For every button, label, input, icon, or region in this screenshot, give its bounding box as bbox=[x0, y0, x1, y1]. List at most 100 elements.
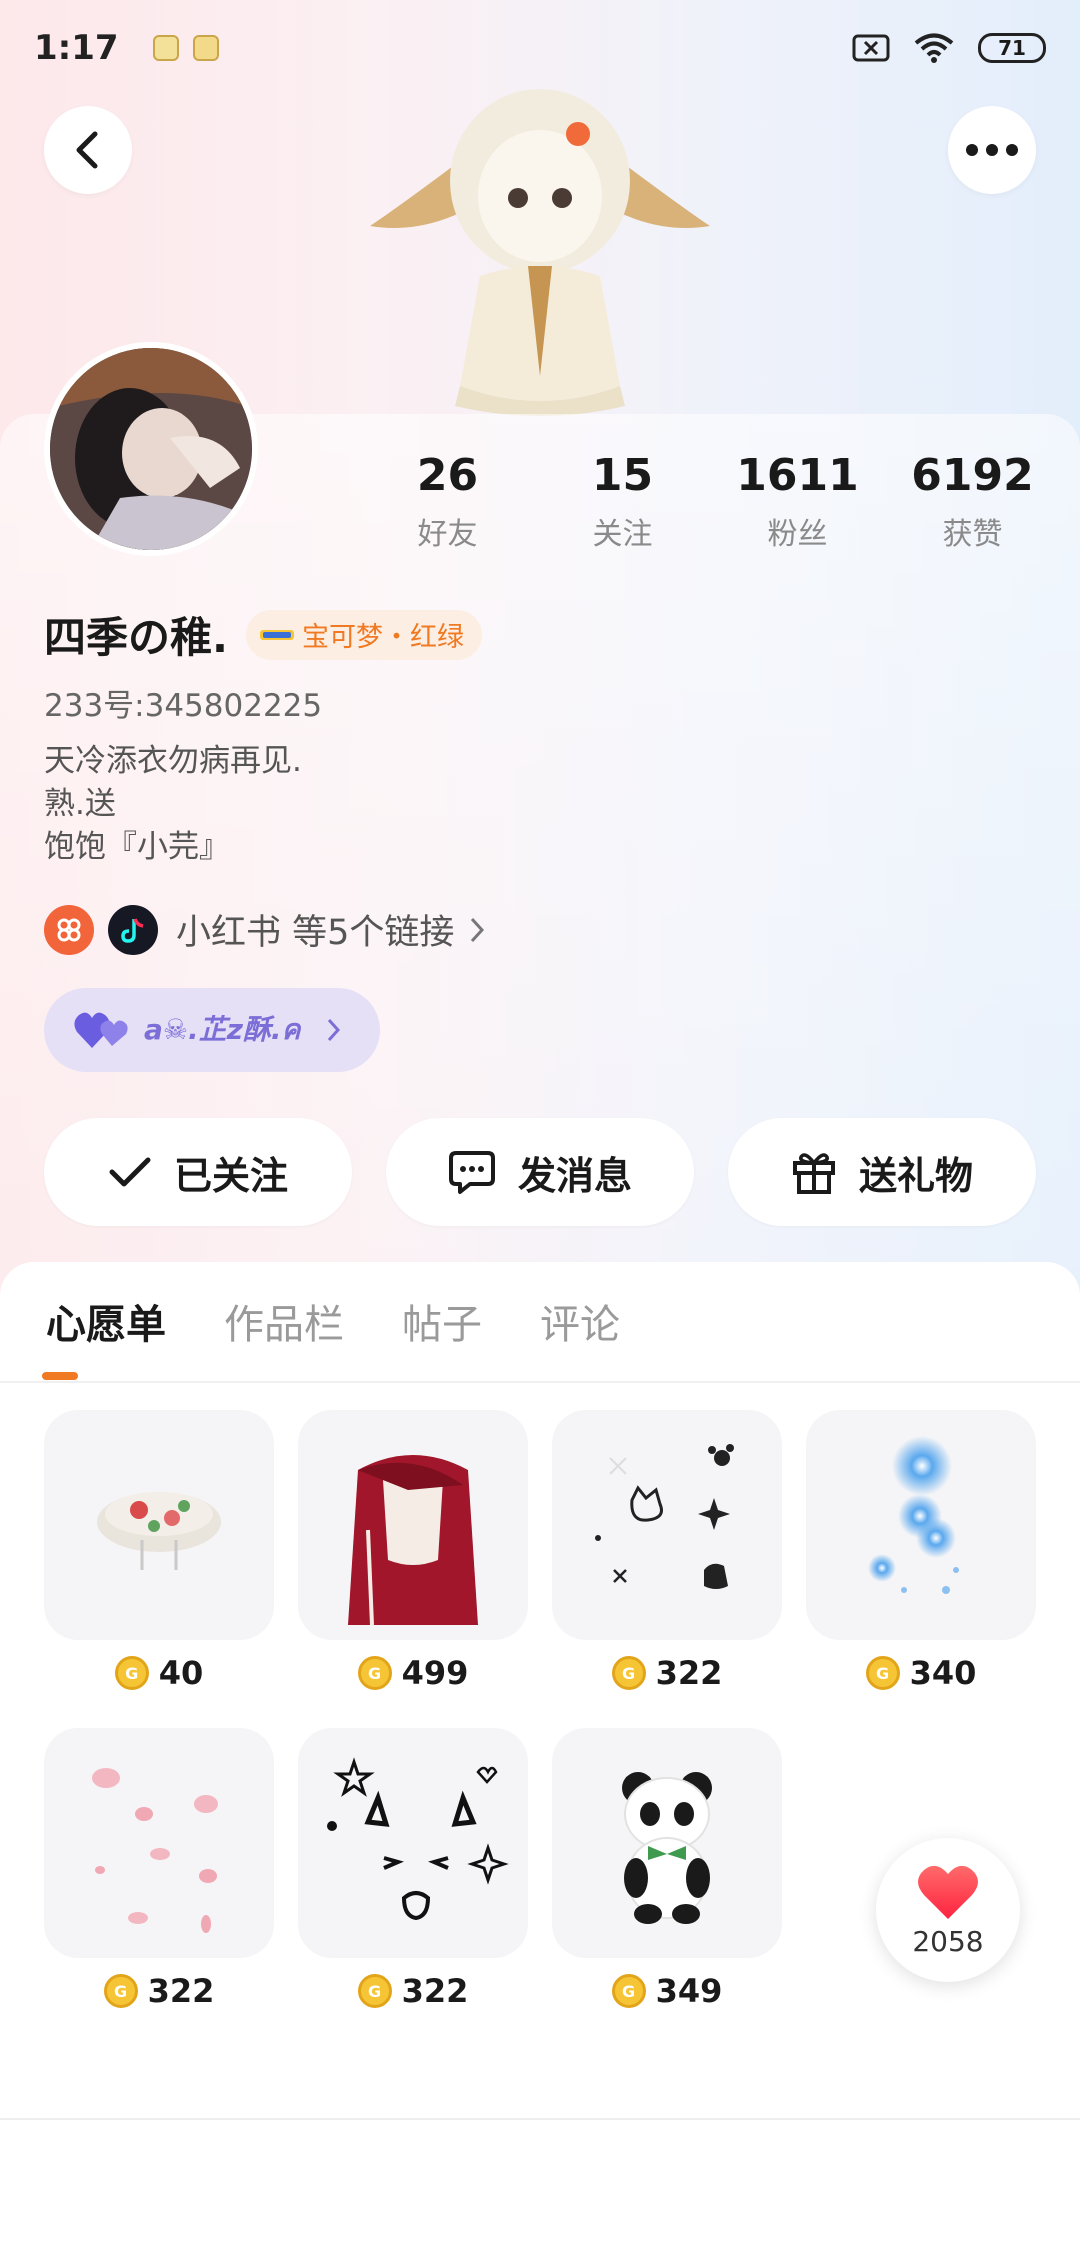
stat-label: 获赞 bbox=[942, 517, 1003, 552]
pokemon-logo-icon bbox=[259, 629, 294, 640]
item-price: 322 bbox=[655, 1654, 723, 1692]
stat-fans[interactable]: 1611 粉丝 bbox=[710, 450, 885, 553]
game-tag-label: 宝可梦・红绿 bbox=[301, 622, 464, 653]
stat-label: 好友 bbox=[417, 517, 478, 552]
tabs-divider bbox=[0, 1381, 1080, 1383]
item-thumbnail bbox=[552, 1410, 782, 1640]
stat-following[interactable]: 15 关注 bbox=[535, 450, 710, 553]
floral-beret-image bbox=[97, 1492, 221, 1570]
send-gift-button[interactable]: 送礼物 bbox=[728, 1118, 1036, 1226]
wishlist-item[interactable]: G 499 bbox=[298, 1410, 528, 1692]
chevron-right-icon bbox=[471, 917, 485, 942]
avatar-photo bbox=[50, 348, 252, 550]
stat-value: 6192 bbox=[911, 450, 1034, 501]
price-row: G 499 bbox=[298, 1654, 528, 1692]
relationship-badge[interactable]: a☠.芷z酥.ค bbox=[44, 988, 380, 1072]
item-price: 499 bbox=[401, 1654, 469, 1692]
profile-stats: 26 好友 15 关注 1611 粉丝 6192 获赞 bbox=[360, 450, 1060, 553]
like-button[interactable]: 2058 bbox=[876, 1838, 1020, 1982]
profile-tabs: 心愿单 作品栏 帖子 评论 bbox=[46, 1292, 620, 1350]
sim-x-icon bbox=[852, 34, 890, 62]
chevron-left-icon bbox=[76, 131, 98, 169]
bio-line: 饱饱『小芫』 bbox=[44, 829, 230, 865]
wishlist-item[interactable]: G 322 bbox=[44, 1728, 274, 2010]
item-thumbnail bbox=[552, 1728, 782, 1958]
wishlist-item[interactable]: G 349 bbox=[552, 1728, 782, 2010]
stat-likes[interactable]: 6192 获赞 bbox=[885, 450, 1060, 553]
bio-line: 熟.送 bbox=[44, 786, 116, 822]
wifi-icon bbox=[914, 33, 954, 63]
stat-label: 关注 bbox=[592, 517, 653, 552]
stat-label: 粉丝 bbox=[767, 517, 828, 552]
wishlist-item[interactable]: G 40 bbox=[44, 1410, 274, 1692]
tab-comments[interactable]: 评论 bbox=[540, 1292, 620, 1350]
status-time: 1:17 bbox=[34, 28, 119, 68]
message-label: 发消息 bbox=[517, 1153, 632, 1198]
price-row: G 349 bbox=[552, 1972, 782, 2010]
item-price: 322 bbox=[401, 1972, 469, 2010]
heart-pair-icon bbox=[74, 1012, 128, 1048]
bio-line: 天冷添衣勿病再见. bbox=[44, 743, 302, 779]
stat-value: 15 bbox=[591, 450, 654, 501]
followed-label: 已关注 bbox=[173, 1153, 288, 1198]
status-bar: 1:17 71 bbox=[0, 0, 1080, 96]
blue-glow-effect-image bbox=[868, 1436, 959, 1594]
price-row: G 322 bbox=[298, 1972, 528, 2010]
profile-avatar[interactable] bbox=[44, 342, 258, 556]
name-row: 四季の稚. 宝可梦・红绿 bbox=[44, 604, 482, 665]
heart-icon bbox=[918, 1865, 978, 1919]
chevron-right-icon bbox=[328, 1018, 341, 1042]
price-row: G 40 bbox=[44, 1654, 274, 1692]
item-price: 349 bbox=[655, 1972, 723, 2010]
stat-value: 1611 bbox=[736, 450, 859, 501]
followed-button[interactable]: 已关注 bbox=[44, 1118, 352, 1226]
user-id[interactable]: 233号:345802225 bbox=[44, 680, 322, 725]
douyin-icon bbox=[108, 904, 158, 955]
item-thumbnail bbox=[806, 1410, 1036, 1640]
coin-icon: G bbox=[357, 1656, 392, 1690]
tab-posts[interactable]: 帖子 bbox=[402, 1292, 482, 1350]
item-price: 340 bbox=[909, 1654, 977, 1692]
more-dots-icon bbox=[966, 144, 1018, 156]
wishlist-item[interactable]: G 322 bbox=[298, 1728, 528, 2010]
item-price: 322 bbox=[147, 1972, 215, 2010]
more-button[interactable] bbox=[948, 106, 1036, 194]
item-price: 40 bbox=[158, 1654, 204, 1692]
back-button[interactable] bbox=[44, 106, 132, 194]
tab-works[interactable]: 作品栏 bbox=[224, 1292, 344, 1350]
tab-wishlist[interactable]: 心愿单 bbox=[46, 1292, 166, 1350]
bio: 天冷添衣勿病再见. 熟.送 饱饱『小芫』 bbox=[44, 740, 302, 869]
item-thumbnail bbox=[44, 1410, 274, 1640]
game-notification-icon bbox=[192, 35, 219, 61]
coin-icon: G bbox=[865, 1656, 900, 1690]
coin-icon: G bbox=[611, 1656, 646, 1690]
price-row: G 340 bbox=[806, 1654, 1036, 1692]
price-row: G 322 bbox=[552, 1654, 782, 1692]
coin-icon: G bbox=[611, 1974, 646, 2008]
stat-value: 26 bbox=[416, 450, 479, 501]
game-tag-badge[interactable]: 宝可梦・红绿 bbox=[245, 609, 482, 660]
red-long-hair-image bbox=[348, 1455, 478, 1626]
wishlist-item[interactable]: G 340 bbox=[806, 1410, 1036, 1692]
stat-friends[interactable]: 26 好友 bbox=[360, 450, 535, 553]
links-label: 小红书 等5个链接 bbox=[176, 913, 455, 953]
send-gift-label: 送礼物 bbox=[858, 1153, 973, 1198]
battery-indicator: 71 bbox=[978, 33, 1046, 63]
gift-icon bbox=[792, 1153, 835, 1194]
checkmark-icon bbox=[109, 1157, 151, 1187]
panda-plush-image bbox=[622, 1772, 712, 1924]
message-button[interactable]: 发消息 bbox=[386, 1118, 694, 1226]
cat-face-sketch-image bbox=[327, 1757, 509, 1921]
like-count: 2058 bbox=[912, 1924, 984, 1958]
bottom-divider bbox=[0, 2118, 1080, 2120]
coin-icon: G bbox=[114, 1656, 149, 1690]
active-tab-indicator bbox=[42, 1372, 78, 1380]
petal-effect-image bbox=[92, 1768, 218, 1933]
wishlist-item[interactable]: G 322 bbox=[552, 1410, 782, 1692]
content-panel: 心愿单 作品栏 帖子 评论 G 40 G 499 G 322 G 340 G 3… bbox=[0, 1262, 1080, 2248]
price-row: G 322 bbox=[44, 1972, 274, 2010]
external-links[interactable]: 小红书 等5个链接 bbox=[44, 904, 486, 955]
item-thumbnail bbox=[44, 1728, 274, 1958]
item-thumbnail bbox=[298, 1410, 528, 1640]
character-avatar-figure[interactable] bbox=[360, 86, 720, 416]
